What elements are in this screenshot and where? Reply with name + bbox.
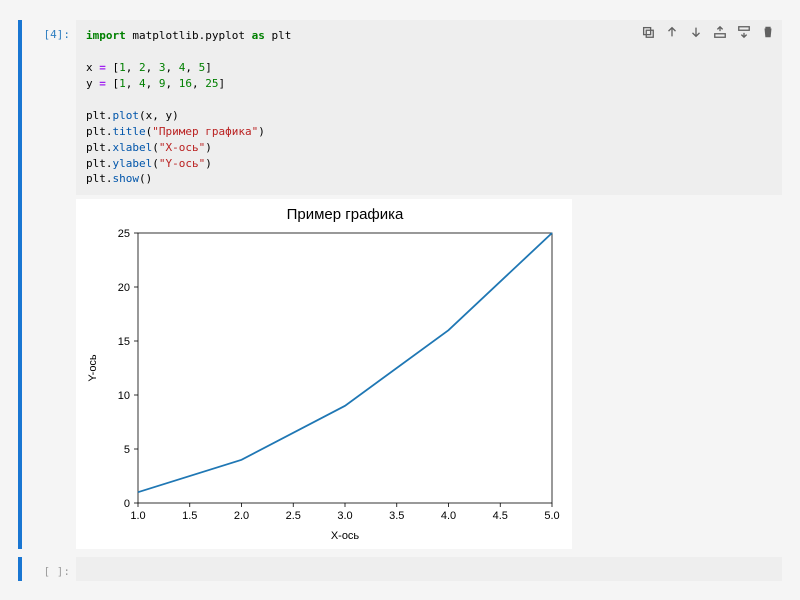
svg-text:Пример графика: Пример графика [287,206,404,223]
svg-text:0: 0 [124,498,130,510]
cell-run-indicator [18,557,22,581]
line-chart: 1.0 1.5 2.0 2.5 3.0 3.5 4.0 4.5 5.0 0 5 10 15 20 25 X-о… [76,199,572,549]
svg-text:3.5: 3.5 [389,510,404,522]
move-down-icon[interactable] [688,24,704,40]
input-wrap: [4]: import matplotlib.pyplot as plt x =… [28,20,782,195]
svg-text:15: 15 [118,336,130,348]
insert-above-icon[interactable] [712,24,728,40]
insert-below-icon[interactable] [736,24,752,40]
code-cell: [4]: import matplotlib.pyplot as plt x =… [18,20,782,549]
svg-text:2.0: 2.0 [234,510,249,522]
input-wrap: [ ]: [28,557,782,581]
delete-icon[interactable] [760,24,776,40]
svg-text:2.5: 2.5 [286,510,301,522]
svg-text:Y-ось: Y-ось [87,354,99,382]
svg-text:4.5: 4.5 [493,510,508,522]
output-prompt [28,199,76,549]
execution-prompt: [4]: [28,20,76,195]
svg-text:10: 10 [118,390,130,402]
svg-text:5: 5 [124,444,130,456]
svg-text:25: 25 [118,228,130,240]
cell-toolbar [640,24,776,40]
duplicate-icon[interactable] [640,24,656,40]
code-editor[interactable]: import matplotlib.pyplot as plt x = [1, … [76,20,782,195]
svg-text:1.5: 1.5 [182,510,197,522]
code-editor[interactable] [76,557,782,581]
cell-content: [4]: import matplotlib.pyplot as plt x =… [28,20,782,549]
cell-content: [ ]: [28,557,782,581]
svg-text:1.0: 1.0 [130,510,145,522]
svg-text:20: 20 [118,282,130,294]
svg-text:4.0: 4.0 [441,510,456,522]
code-cell-empty: [ ]: [18,557,782,581]
svg-text:X-ось: X-ось [331,530,360,542]
svg-text:3.0: 3.0 [337,510,352,522]
move-up-icon[interactable] [664,24,680,40]
execution-prompt: [ ]: [28,557,76,581]
output-area: 1.0 1.5 2.0 2.5 3.0 3.5 4.0 4.5 5.0 0 5 10 15 20 25 X-о… [28,199,782,549]
chart-output: 1.0 1.5 2.0 2.5 3.0 3.5 4.0 4.5 5.0 0 5 10 15 20 25 X-о… [76,199,572,549]
svg-text:5.0: 5.0 [544,510,559,522]
cell-run-indicator [18,20,22,549]
